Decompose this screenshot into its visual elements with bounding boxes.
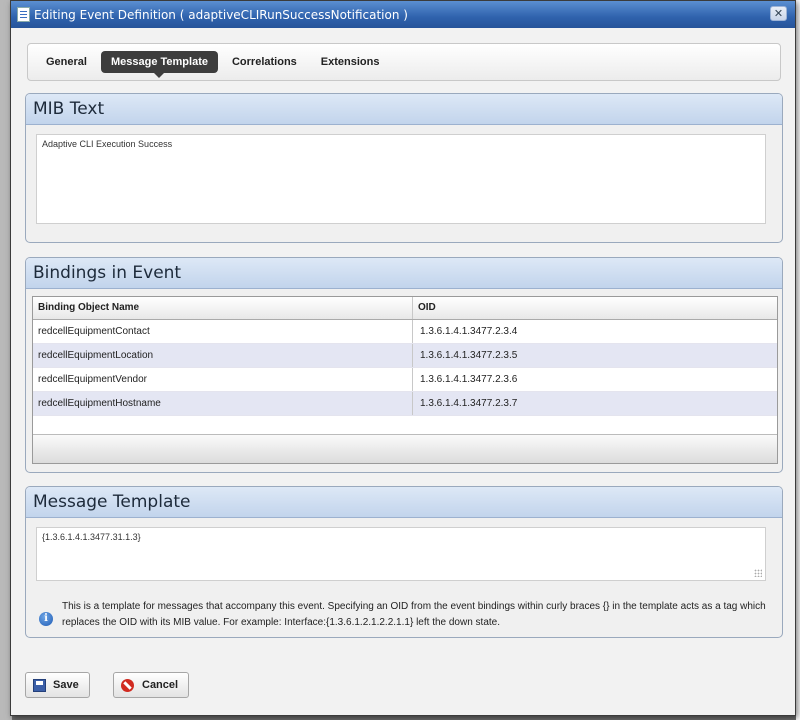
close-button[interactable]: ✕ [770, 6, 787, 21]
bindings-table: Binding Object Name OID redcellEquipment… [32, 296, 778, 464]
tab-extensions[interactable]: Extensions [311, 51, 390, 73]
mib-text-panel: MIB Text Adaptive CLI Execution Success [25, 93, 783, 243]
table-row[interactable]: redcellEquipmentVendor 1.3.6.1.4.1.3477.… [33, 368, 777, 392]
title-bar[interactable]: Editing Event Definition ( adaptiveCLIRu… [11, 1, 795, 28]
table-row[interactable]: redcellEquipmentHostname 1.3.6.1.4.1.347… [33, 392, 777, 416]
table-row[interactable]: redcellEquipmentContact 1.3.6.1.4.1.3477… [33, 320, 777, 344]
table-header: Binding Object Name OID [33, 297, 777, 320]
binding-name-cell: redcellEquipmentContact [33, 320, 413, 343]
binding-name-cell: redcellEquipmentHostname [33, 392, 413, 415]
oid-cell: 1.3.6.1.4.1.3477.2.3.7 [420, 398, 518, 409]
cancel-icon [121, 678, 134, 692]
tab-correlations[interactable]: Correlations [222, 51, 307, 73]
message-template-textarea[interactable]: {1.3.6.1.4.1.3477.31.1.3} [36, 527, 766, 581]
save-label: Save [53, 679, 79, 691]
template-help-text: This is a template for messages that acc… [62, 601, 766, 628]
column-header-binding-name[interactable]: Binding Object Name [33, 297, 413, 319]
mib-text-heading: MIB Text [26, 94, 782, 125]
window-title: Editing Event Definition ( adaptiveCLIRu… [34, 7, 408, 22]
message-template-panel: Message Template {1.3.6.1.4.1.3477.31.1.… [25, 486, 783, 638]
info-icon: i [39, 612, 53, 626]
message-template-heading: Message Template [26, 487, 782, 518]
oid-cell: 1.3.6.1.4.1.3477.2.3.6 [420, 374, 518, 385]
tab-bar: General Message Template Correlations Ex… [27, 43, 781, 81]
bindings-panel: Bindings in Event Binding Object Name OI… [25, 257, 783, 473]
resize-grip-icon[interactable] [754, 569, 762, 577]
tab-general[interactable]: General [36, 51, 97, 73]
oid-cell: 1.3.6.1.4.1.3477.2.3.5 [420, 350, 518, 361]
background-edge [796, 0, 800, 720]
column-header-oid[interactable]: OID [413, 297, 777, 319]
table-row[interactable]: redcellEquipmentLocation 1.3.6.1.4.1.347… [33, 344, 777, 368]
oid-cell: 1.3.6.1.4.1.3477.2.3.4 [420, 326, 518, 337]
message-template-value: {1.3.6.1.4.1.3477.31.1.3} [42, 532, 141, 542]
floppy-disk-icon [33, 678, 46, 692]
tab-message-template[interactable]: Message Template [100, 51, 218, 78]
cancel-button[interactable]: Cancel [113, 672, 190, 698]
binding-name-cell: redcellEquipmentVendor [33, 368, 413, 391]
mib-text-area[interactable]: Adaptive CLI Execution Success [36, 134, 766, 224]
save-button[interactable]: Save [25, 672, 90, 698]
binding-name-cell: redcellEquipmentLocation [33, 344, 413, 367]
edit-event-dialog: Editing Event Definition ( adaptiveCLIRu… [10, 0, 796, 716]
bindings-heading: Bindings in Event [26, 258, 782, 289]
document-icon [17, 7, 30, 22]
cancel-label: Cancel [142, 679, 179, 691]
table-footer [33, 434, 777, 463]
